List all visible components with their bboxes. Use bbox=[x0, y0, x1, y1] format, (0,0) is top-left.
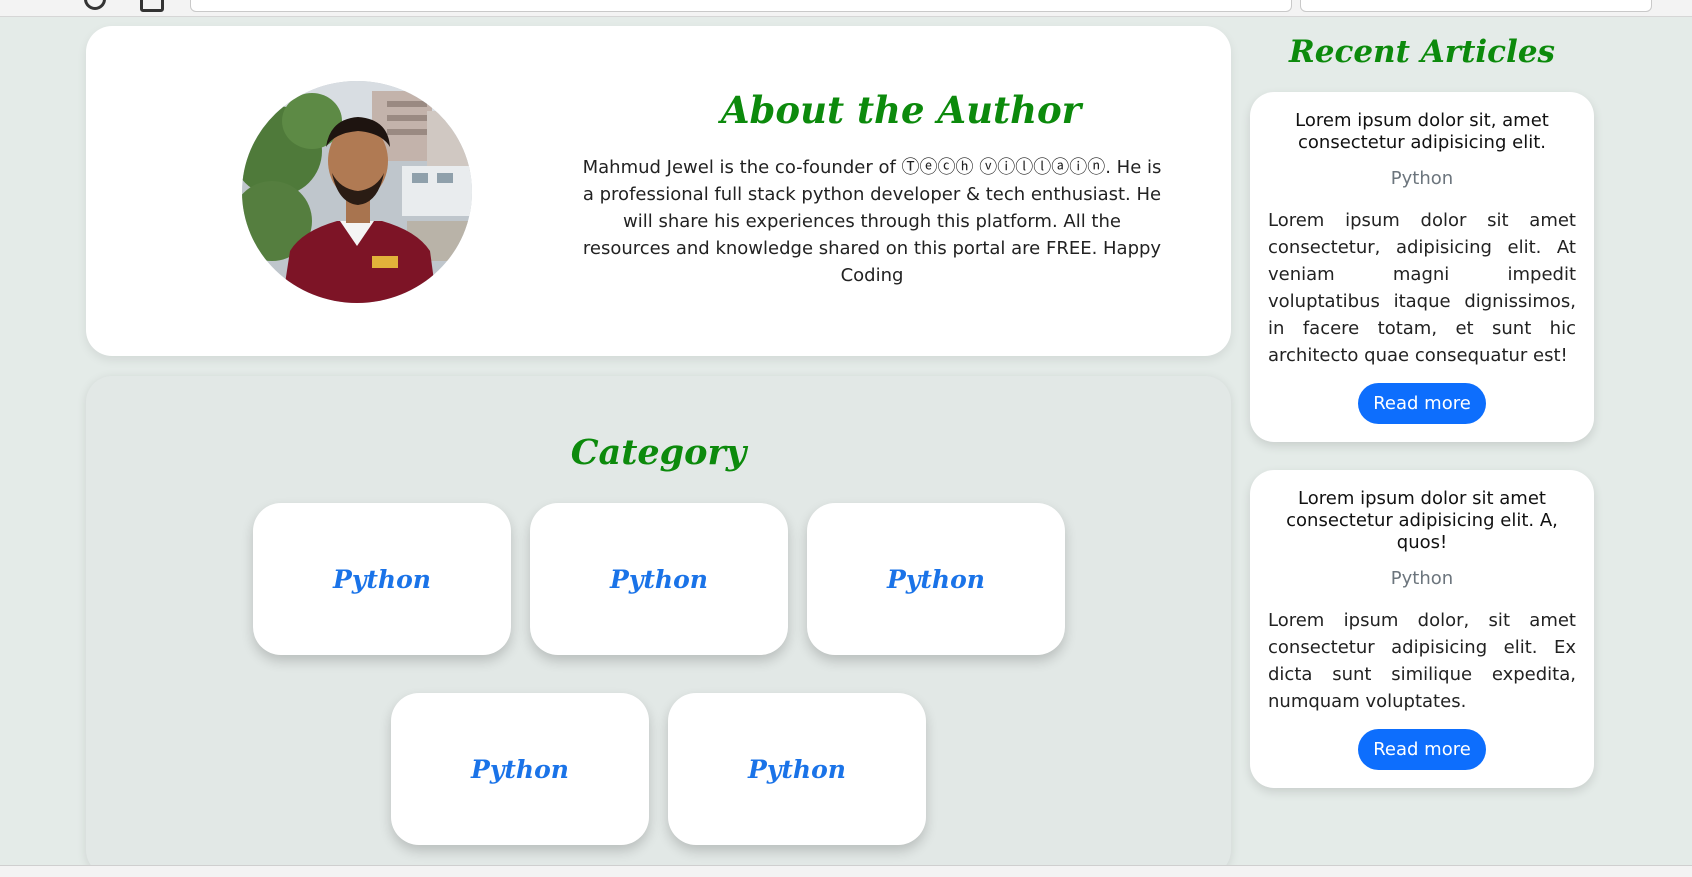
article-title: Lorem ipsum dolor sit, amet consectetur … bbox=[1295, 110, 1549, 153]
read-more-button[interactable]: Read more bbox=[1358, 383, 1486, 424]
article-excerpt: Lorem ipsum dolor, sit amet consectetur … bbox=[1268, 610, 1576, 712]
author-avatar bbox=[242, 81, 472, 303]
browser-toolbar bbox=[0, 0, 1692, 17]
category-card[interactable]: Python bbox=[807, 503, 1065, 655]
article-category: Python bbox=[1390, 168, 1454, 189]
browser-address-bar[interactable] bbox=[190, 0, 1292, 12]
article-card: Lorem ipsum dolor sit, amet consectetur … bbox=[1250, 92, 1594, 442]
category-section: Category Python Python Python Python Pyt… bbox=[86, 376, 1231, 876]
category-label: Python bbox=[471, 754, 569, 784]
browser-status-bar bbox=[0, 865, 1692, 877]
article-excerpt: Lorem ipsum dolor sit amet consectetur, … bbox=[1268, 210, 1576, 366]
browser-apps-icon[interactable] bbox=[140, 0, 164, 12]
article-title: Lorem ipsum dolor sit amet consectetur a… bbox=[1286, 488, 1558, 553]
category-card[interactable]: Python bbox=[253, 503, 511, 655]
category-label: Python bbox=[748, 754, 846, 784]
browser-search-box[interactable] bbox=[1300, 0, 1652, 12]
about-title: About the Author bbox=[720, 88, 1082, 132]
category-title: Category bbox=[570, 432, 747, 473]
recent-articles-title: Recent Articles bbox=[1288, 34, 1556, 70]
category-card[interactable]: Python bbox=[391, 693, 649, 845]
about-author-card: About the Author Mahmud Jewel is the co-… bbox=[86, 26, 1231, 356]
read-more-button[interactable]: Read more bbox=[1358, 729, 1486, 770]
author-photo-icon bbox=[242, 81, 472, 303]
about-description: Mahmud Jewel is the co-founder of Ⓣⓔⓒⓗ ⓥ… bbox=[582, 157, 1162, 286]
category-card[interactable]: Python bbox=[668, 693, 926, 845]
article-card: Lorem ipsum dolor sit amet consectetur a… bbox=[1250, 470, 1594, 788]
article-category: Python bbox=[1390, 568, 1454, 589]
category-card[interactable]: Python bbox=[530, 503, 788, 655]
browser-account-icon[interactable] bbox=[84, 0, 106, 10]
category-label: Python bbox=[887, 564, 985, 594]
category-label: Python bbox=[610, 564, 708, 594]
category-label: Python bbox=[333, 564, 431, 594]
